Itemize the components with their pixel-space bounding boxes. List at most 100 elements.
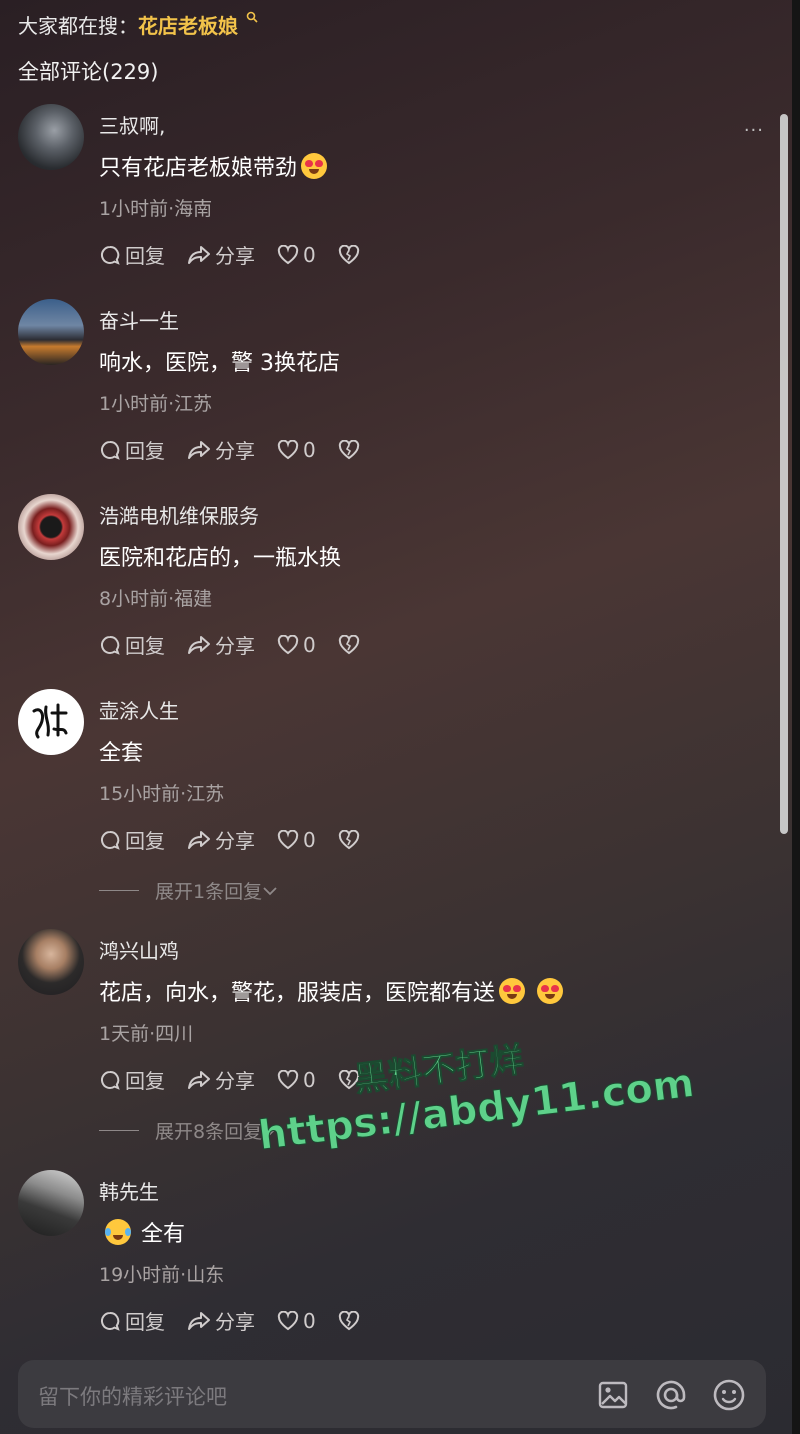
broken-heart-icon bbox=[338, 244, 359, 264]
reply-label: 回复 bbox=[125, 244, 165, 268]
calligraphy-logo-icon bbox=[32, 703, 68, 739]
share-icon bbox=[188, 1070, 210, 1089]
hot-search-term[interactable]: 花店老板娘 bbox=[138, 14, 238, 38]
more-options-icon[interactable]: ··· bbox=[744, 120, 764, 141]
reply-button[interactable]: 回复 bbox=[99, 240, 165, 269]
search-icon bbox=[247, 11, 258, 23]
comment-meta: 1小时前·江苏 bbox=[99, 393, 213, 415]
dislike-button[interactable] bbox=[338, 829, 360, 850]
chevron-down-icon bbox=[263, 886, 277, 895]
avatar[interactable] bbox=[18, 689, 84, 755]
image-icon[interactable] bbox=[596, 1378, 630, 1412]
username[interactable]: 奋斗一生 bbox=[99, 305, 179, 334]
avatar[interactable] bbox=[18, 494, 84, 560]
divider-line bbox=[99, 890, 139, 891]
share-label: 分享 bbox=[215, 439, 255, 463]
expand-replies-label: 展开8条回复 bbox=[155, 1121, 263, 1143]
heart-icon bbox=[277, 829, 299, 849]
reply-button[interactable]: 回复 bbox=[99, 1065, 165, 1094]
divider-line bbox=[99, 1130, 139, 1131]
window-edge bbox=[792, 0, 800, 1434]
dislike-button[interactable] bbox=[338, 634, 360, 655]
share-button[interactable]: 分享 bbox=[187, 1065, 255, 1094]
share-icon bbox=[188, 245, 210, 264]
broken-heart-icon bbox=[338, 439, 359, 459]
comment-actions: 回复 分享 0 bbox=[99, 1306, 382, 1335]
expand-replies-button[interactable]: 展开8条回复 bbox=[99, 1117, 278, 1144]
dislike-button[interactable] bbox=[338, 439, 360, 460]
like-count: 0 bbox=[303, 632, 316, 657]
reply-button[interactable]: 回复 bbox=[99, 1306, 165, 1335]
username[interactable]: 浩澔电机维保服务 bbox=[99, 500, 259, 529]
share-button[interactable]: 分享 bbox=[187, 435, 255, 464]
broken-heart-icon bbox=[338, 634, 359, 654]
emoji-picker-icon[interactable] bbox=[712, 1378, 746, 1412]
reply-button[interactable]: 回复 bbox=[99, 630, 165, 659]
like-button[interactable]: 0 bbox=[277, 438, 316, 462]
username[interactable]: 鸿兴山鸡 bbox=[99, 935, 179, 964]
dislike-button[interactable] bbox=[338, 244, 360, 265]
reply-label: 回复 bbox=[125, 1310, 165, 1334]
reply-label: 回复 bbox=[125, 829, 165, 853]
heart-icon bbox=[277, 1310, 299, 1330]
like-button[interactable]: 0 bbox=[277, 1309, 316, 1333]
like-count: 0 bbox=[303, 437, 316, 462]
comment-text: 全有 bbox=[99, 1216, 185, 1248]
comment-meta: 15小时前·江苏 bbox=[99, 783, 225, 805]
comment-meta: 1小时前·海南 bbox=[99, 198, 213, 220]
expand-replies-label: 展开1条回复 bbox=[155, 881, 263, 903]
username[interactable]: 韩先生 bbox=[99, 1176, 159, 1205]
reply-icon bbox=[101, 245, 120, 265]
comment-input-bar[interactable]: 留下你的精彩评论吧 bbox=[18, 1360, 766, 1428]
scrollbar[interactable] bbox=[780, 114, 788, 834]
avatar[interactable] bbox=[18, 1170, 84, 1236]
comment-actions: 回复 分享 0 bbox=[99, 435, 382, 464]
laughing-tears-emoji-icon bbox=[105, 1219, 131, 1245]
reply-label: 回复 bbox=[125, 439, 165, 463]
share-label: 分享 bbox=[215, 1069, 255, 1093]
at-mention-icon[interactable] bbox=[654, 1378, 688, 1412]
avatar[interactable] bbox=[18, 929, 84, 995]
like-button[interactable]: 0 bbox=[277, 243, 316, 267]
hot-search-bar[interactable]: 大家都在搜：花店老板娘 bbox=[18, 10, 258, 39]
heart-icon bbox=[277, 244, 299, 264]
avatar[interactable] bbox=[18, 104, 84, 170]
reply-button[interactable]: 回复 bbox=[99, 435, 165, 464]
reply-label: 回复 bbox=[125, 1069, 165, 1093]
comment-text: 只有花店老板娘带劲 bbox=[99, 150, 328, 182]
share-label: 分享 bbox=[215, 829, 255, 853]
like-button[interactable]: 0 bbox=[277, 633, 316, 657]
share-button[interactable]: 分享 bbox=[187, 630, 255, 659]
reply-icon bbox=[101, 830, 120, 850]
reply-icon bbox=[101, 1311, 120, 1331]
comment-actions: 回复 分享 0 bbox=[99, 825, 382, 854]
username[interactable]: 三叔啊, bbox=[99, 110, 165, 139]
share-button[interactable]: 分享 bbox=[187, 825, 255, 854]
comment-text-body: 花店，向水，警花，服装店，医院都有送 bbox=[99, 981, 496, 1006]
share-button[interactable]: 分享 bbox=[187, 1306, 255, 1335]
like-button[interactable]: 0 bbox=[277, 828, 316, 852]
dislike-button[interactable] bbox=[338, 1310, 360, 1331]
expand-replies-button[interactable]: 展开1条回复 bbox=[99, 877, 278, 904]
comment-meta: 19小时前·山东 bbox=[99, 1264, 225, 1286]
reply-icon bbox=[101, 1070, 120, 1090]
share-icon bbox=[188, 1311, 210, 1330]
username[interactable]: 壶涂人生 bbox=[99, 695, 179, 724]
like-count: 0 bbox=[303, 827, 316, 852]
share-label: 分享 bbox=[215, 244, 255, 268]
comment-text: 花店，向水，警花，服装店，医院都有送 bbox=[99, 975, 564, 1007]
avatar[interactable] bbox=[18, 299, 84, 365]
comment-meta: 1天前·四川 bbox=[99, 1023, 194, 1045]
reply-icon bbox=[101, 440, 120, 460]
heart-icon bbox=[277, 439, 299, 459]
share-icon bbox=[188, 440, 210, 459]
comment-count-title: 全部评论(229) bbox=[18, 60, 159, 84]
comment-text: 全套 bbox=[99, 741, 144, 766]
heart-icon bbox=[277, 634, 299, 654]
share-icon bbox=[188, 635, 210, 654]
share-button[interactable]: 分享 bbox=[187, 240, 255, 269]
reply-button[interactable]: 回复 bbox=[99, 825, 165, 854]
share-label: 分享 bbox=[215, 1310, 255, 1334]
share-icon bbox=[188, 830, 210, 849]
comment-input-placeholder[interactable]: 留下你的精彩评论吧 bbox=[38, 1381, 227, 1411]
